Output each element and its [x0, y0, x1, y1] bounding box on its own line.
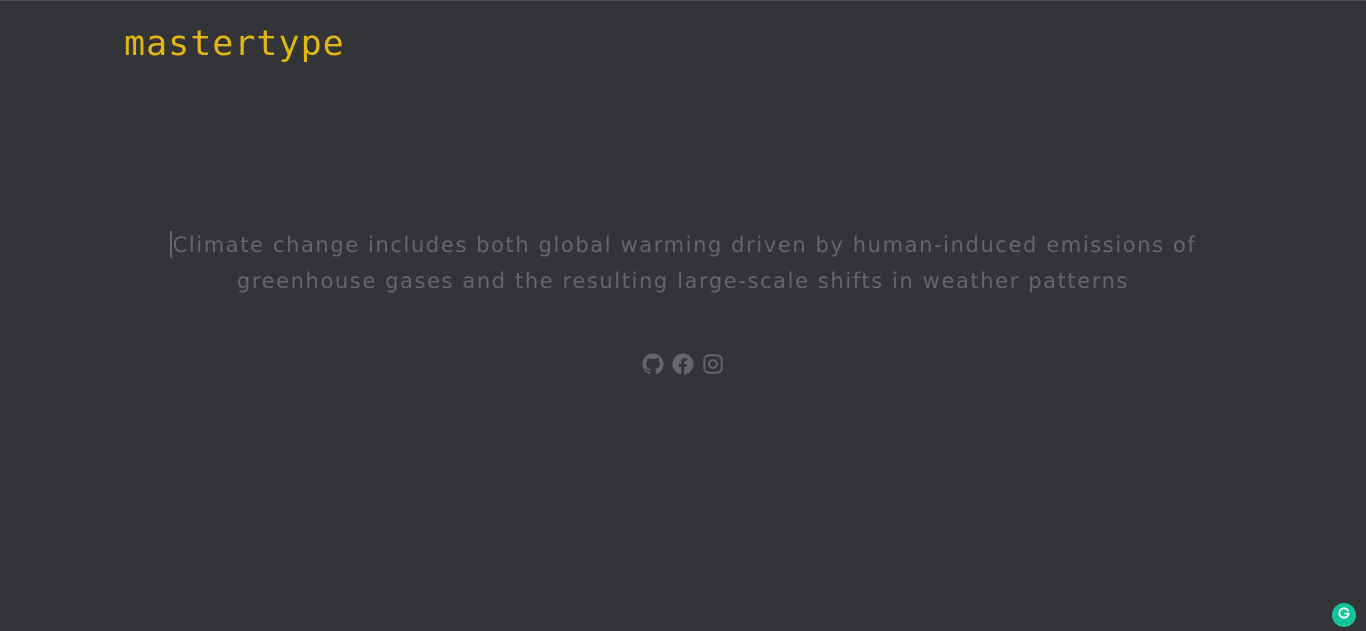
facebook-icon: [672, 353, 694, 375]
instagram-icon: [702, 353, 724, 375]
social-links: [0, 353, 1366, 375]
grammarly-button[interactable]: [1332, 603, 1356, 627]
grammarly-icon: [1337, 606, 1351, 625]
instagram-link[interactable]: [702, 353, 724, 375]
typing-text: Climate change includes both global warm…: [172, 233, 1197, 293]
facebook-link[interactable]: [672, 353, 694, 375]
github-link[interactable]: [642, 353, 664, 375]
typing-area[interactable]: Climate change includes both global warm…: [0, 227, 1366, 299]
github-icon: [642, 353, 664, 375]
typing-caret: [169, 231, 172, 258]
typing-text-container[interactable]: Climate change includes both global warm…: [133, 227, 1233, 299]
logo[interactable]: mastertype: [124, 27, 345, 62]
